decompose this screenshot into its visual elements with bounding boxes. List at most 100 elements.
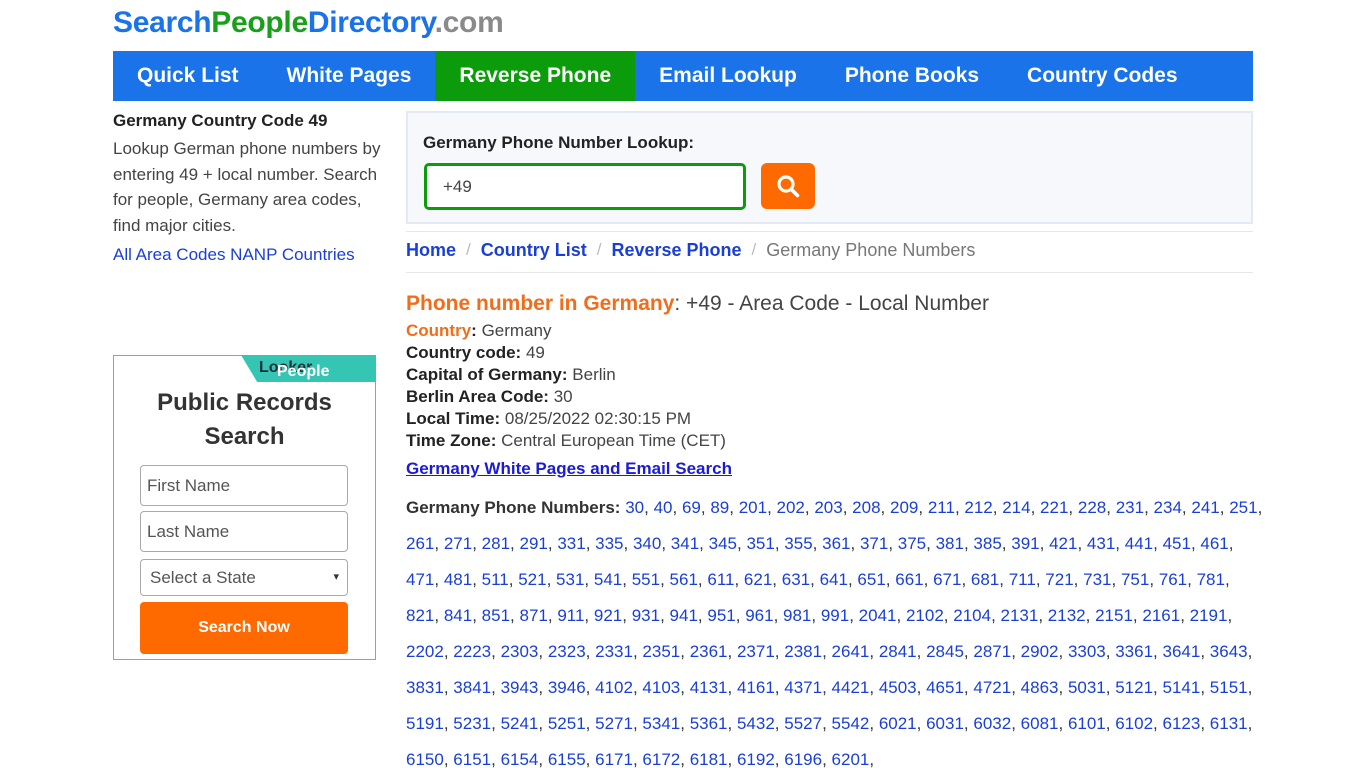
area-code-link[interactable]: 4503 [879,678,917,697]
area-code-link[interactable]: 5241 [501,714,539,733]
area-code-link[interactable]: 761 [1159,570,1187,589]
area-code-link[interactable]: 721 [1045,570,1073,589]
area-code-link[interactable]: 6154 [501,750,539,768]
area-code-link[interactable]: 751 [1121,570,1149,589]
area-code-link[interactable]: 521 [518,570,546,589]
area-code-link[interactable]: 431 [1087,534,1115,553]
area-code-link[interactable]: 6192 [737,750,775,768]
area-code-link[interactable]: 6021 [879,714,917,733]
area-code-link[interactable]: 941 [670,606,698,625]
area-code-link[interactable]: 2845 [926,642,964,661]
area-code-link[interactable]: 5432 [737,714,775,733]
area-code-link[interactable]: 351 [746,534,774,553]
area-code-link[interactable]: 5527 [784,714,822,733]
area-code-link[interactable]: 40 [654,498,673,517]
area-code-link[interactable]: 951 [707,606,735,625]
area-code-link[interactable]: 5341 [642,714,680,733]
breadcrumb-reverse-phone[interactable]: Reverse Phone [611,240,741,261]
area-code-link[interactable]: 871 [519,606,547,625]
area-code-link[interactable]: 231 [1116,498,1144,517]
area-code-link[interactable]: 335 [595,534,623,553]
area-code-link[interactable]: 208 [852,498,880,517]
area-code-link[interactable]: 2902 [1021,642,1059,661]
area-code-link[interactable]: 931 [632,606,660,625]
area-code-link[interactable]: 2161 [1142,606,1180,625]
search-now-button[interactable]: Search Now [140,602,348,654]
area-code-link[interactable]: 781 [1197,570,1225,589]
area-code-link[interactable]: 69 [682,498,701,517]
area-code-link[interactable]: 2223 [453,642,491,661]
area-code-link[interactable]: 471 [406,570,434,589]
breadcrumb-home[interactable]: Home [406,240,456,261]
area-code-link[interactable]: 4131 [690,678,728,697]
area-code-link[interactable]: 6150 [406,750,444,768]
area-code-link[interactable]: 6171 [595,750,633,768]
area-code-link[interactable]: 711 [1009,570,1036,589]
area-code-link[interactable]: 851 [482,606,510,625]
area-code-link[interactable]: 4103 [642,678,680,697]
area-code-link[interactable]: 5251 [548,714,586,733]
area-code-link[interactable]: 2131 [1001,606,1039,625]
area-code-link[interactable]: 234 [1154,498,1182,517]
area-code-link[interactable]: 331 [557,534,585,553]
area-code-link[interactable]: 3303 [1068,642,1106,661]
area-code-link[interactable]: 5121 [1115,678,1153,697]
area-code-link[interactable]: 2191 [1190,606,1228,625]
area-code-link[interactable]: 6196 [784,750,822,768]
area-code-link[interactable]: 421 [1049,534,1077,553]
area-code-link[interactable]: 6151 [453,750,491,768]
area-code-link[interactable]: 2132 [1048,606,1086,625]
first-name-field[interactable]: First Name [140,465,348,506]
area-code-link[interactable]: 202 [777,498,805,517]
area-code-link[interactable]: 2641 [832,642,870,661]
area-code-link[interactable]: 5141 [1163,678,1201,697]
area-code-link[interactable]: 531 [556,570,584,589]
area-code-link[interactable]: 212 [964,498,992,517]
area-code-link[interactable]: 2871 [973,642,1011,661]
area-code-link[interactable]: 991 [821,606,849,625]
area-code-link[interactable]: 6032 [973,714,1011,733]
area-code-link[interactable]: 6123 [1163,714,1201,733]
area-code-link[interactable]: 911 [557,606,584,625]
area-code-link[interactable]: 2371 [737,642,775,661]
area-code-link[interactable]: 355 [784,534,812,553]
breadcrumb-country-list[interactable]: Country List [481,240,587,261]
area-code-link[interactable]: 5361 [690,714,728,733]
area-code-link[interactable]: 671 [933,570,961,589]
area-code-link[interactable]: 981 [783,606,811,625]
area-code-link[interactable]: 4863 [1021,678,1059,697]
area-code-link[interactable]: 4721 [973,678,1011,697]
area-code-link[interactable]: 921 [594,606,622,625]
area-code-link[interactable]: 5191 [406,714,444,733]
nav-phone-books[interactable]: Phone Books [821,51,1003,101]
area-code-link[interactable]: 4371 [784,678,822,697]
area-code-link[interactable]: 6031 [926,714,964,733]
area-code-link[interactable]: 3643 [1210,642,1248,661]
area-code-link[interactable]: 641 [820,570,848,589]
area-code-link[interactable]: 681 [971,570,999,589]
area-code-link[interactable]: 5231 [453,714,491,733]
nav-white-pages[interactable]: White Pages [263,51,436,101]
area-code-link[interactable]: 361 [822,534,850,553]
area-code-link[interactable]: 3361 [1115,642,1153,661]
area-code-link[interactable]: 2841 [879,642,917,661]
area-code-link[interactable]: 271 [444,534,472,553]
last-name-field[interactable]: Last Name [140,511,348,552]
area-code-link[interactable]: 375 [898,534,926,553]
area-code-link[interactable]: 385 [973,534,1001,553]
area-code-link[interactable]: 221 [1040,498,1068,517]
area-code-link[interactable]: 511 [482,570,509,589]
area-code-link[interactable]: 2102 [906,606,944,625]
area-code-link[interactable]: 3831 [406,678,444,697]
area-code-link[interactable]: 4161 [737,678,775,697]
area-code-link[interactable]: 214 [1002,498,1030,517]
area-code-link[interactable]: 251 [1229,498,1257,517]
nav-country-codes[interactable]: Country Codes [1003,51,1202,101]
area-code-link[interactable]: 241 [1191,498,1219,517]
area-codes-link[interactable]: All Area Codes NANP Countries [113,245,355,265]
area-code-link[interactable]: 5271 [595,714,633,733]
area-code-link[interactable]: 2104 [953,606,991,625]
area-code-link[interactable]: 3841 [453,678,491,697]
area-code-link[interactable]: 6155 [548,750,586,768]
phone-number-input[interactable]: +49 [424,163,746,210]
